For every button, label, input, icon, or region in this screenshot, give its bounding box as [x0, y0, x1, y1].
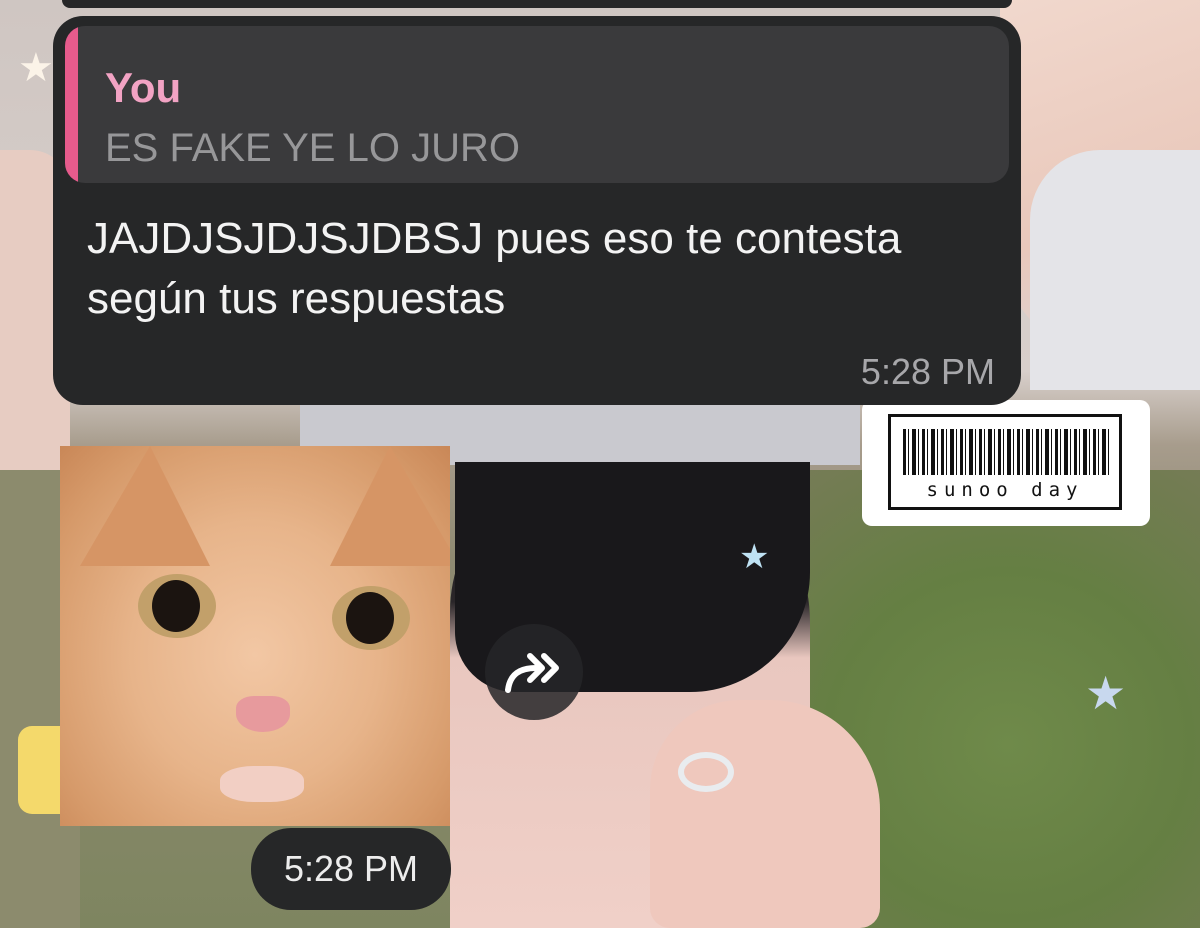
previous-message-bubble[interactable]	[62, 0, 1012, 8]
message-text: JAJDJSJDJSJDBSJ pues eso te contesta seg…	[87, 214, 902, 323]
star-icon: ★	[1085, 667, 1127, 719]
barcode-bars	[903, 429, 1109, 475]
barcode-text: sunoo day	[926, 479, 1084, 501]
cat-sticker[interactable]	[60, 446, 450, 826]
cat-nose	[236, 696, 290, 732]
cat-eye-right	[332, 586, 410, 650]
wallpaper-sleeve	[1030, 150, 1200, 390]
sticker-time-badge: 5:28 PM	[251, 828, 451, 910]
barcode-frame: sunoo day	[888, 414, 1122, 510]
forward-button[interactable]	[485, 624, 583, 720]
cat-mouth	[220, 766, 304, 802]
quote-author: You	[105, 64, 182, 111]
quote-text: ES FAKE YE LO JURO	[105, 126, 520, 170]
message-time: 5:28 PM	[860, 351, 995, 392]
cat-ear-left	[80, 446, 210, 566]
wallpaper-ring	[678, 752, 734, 792]
reply-message-bubble[interactable]: You ES FAKE YE LO JURO JAJDJSJDJSJDBSJ p…	[53, 16, 1021, 405]
cat-eye-left	[138, 574, 216, 638]
barcode-sticker: sunoo day	[862, 400, 1150, 526]
wallpaper-fist	[650, 700, 880, 928]
star-icon: ★	[739, 538, 770, 576]
forward-icon	[505, 653, 559, 693]
star-icon: ★	[18, 46, 54, 90]
cat-ear-right	[330, 446, 450, 566]
reply-quote[interactable]: You ES FAKE YE LO JURO	[65, 26, 1009, 183]
quote-accent-bar	[65, 26, 78, 183]
